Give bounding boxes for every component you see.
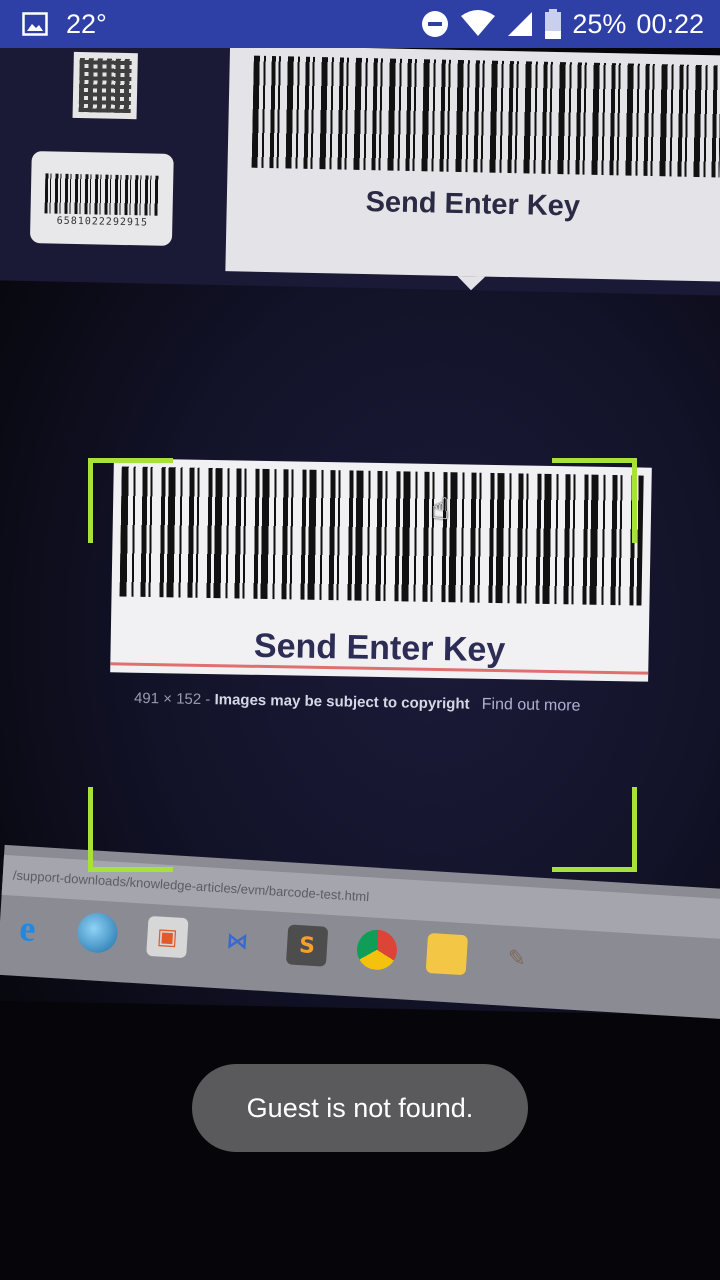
visual-studio-icon: ⋈ [225,928,249,955]
image-dimensions: 491 × 152 [133,689,202,708]
qr-code-thumbnail [72,51,138,120]
top-strip: 6581022292915 Send Enter Key [0,48,720,297]
sublime-icon: S [285,924,329,967]
top-barcode-bars [251,55,720,178]
top-barcode-card: Send Enter Key [225,48,720,291]
top-barcode-label: Send Enter Key [365,186,581,223]
copyright-notice: Images may be subject to copyright [214,691,470,713]
caption-separator: - [205,691,211,709]
cell-signal-icon [506,10,534,38]
globe-icon [76,911,119,954]
temperature-text: 22° [66,9,107,39]
battery-icon [544,9,562,39]
small-barcode-thumbnail: 6581022292915 [29,151,174,246]
chrome-icon [355,928,399,972]
clock: 00:22 [636,9,704,39]
toast-text: Guest is not found. [246,1092,474,1123]
scan-frame-corner-top-right [552,458,637,543]
do-not-disturb-icon [420,9,450,39]
status-bar-left: 22° [22,8,107,40]
scan-frame-corner-bottom-left [88,787,173,872]
status-bar: 22° 25% 00:22 [0,0,720,48]
battery-percent: 25% [572,9,627,39]
files-icon [425,932,469,976]
wifi-icon [460,10,496,38]
hand-cursor-icon: ☝ [430,491,450,528]
edge-icon: e [18,908,37,949]
scan-frame-corner-bottom-right [552,787,637,872]
small-barcode-digits: 6581022292915 [56,215,149,229]
gallery-icon [22,12,48,36]
small-barcode-bars [44,173,160,216]
toast-message: Guest is not found. [192,1064,528,1152]
store-icon: ▣ [146,915,189,959]
find-out-more-link: Find out more [481,695,581,715]
scan-frame-corner-top-left [88,458,173,543]
status-bar-right: 25% 00:22 [420,8,704,40]
gimp-icon: ✎ [506,945,527,972]
